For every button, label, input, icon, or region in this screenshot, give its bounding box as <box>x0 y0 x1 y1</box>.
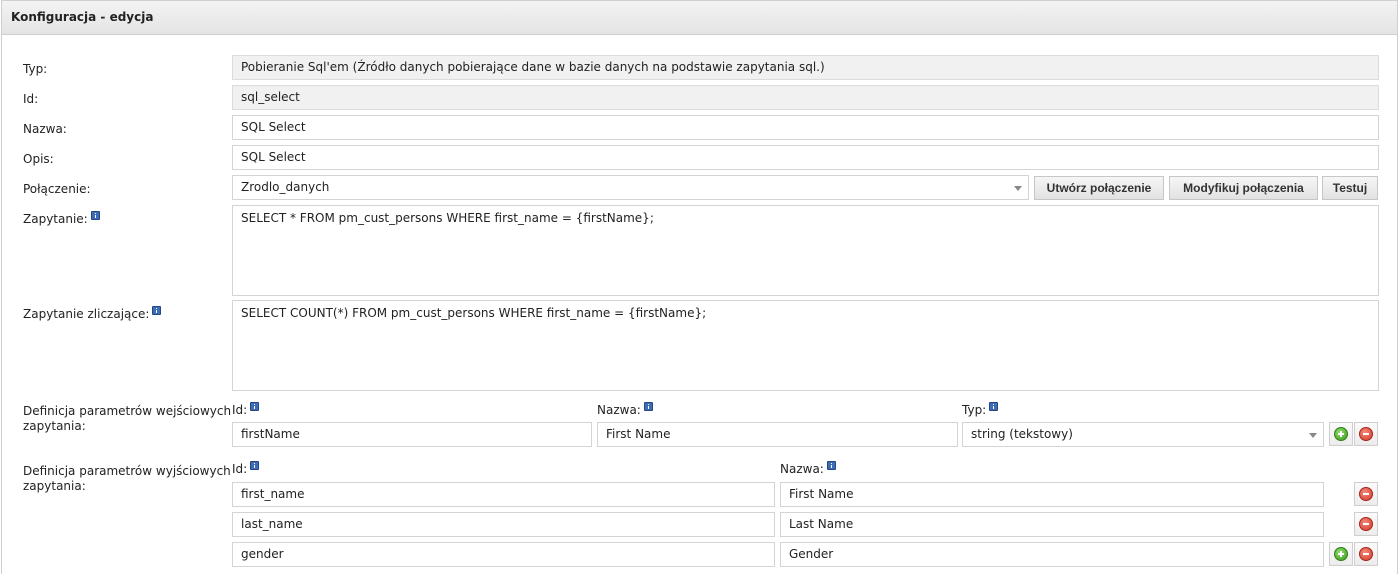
input-param-name-header-text: Nazwa: <box>597 403 641 417</box>
remove-output-param-button[interactable] <box>1354 512 1378 536</box>
input-param-type-header-text: Typ: <box>962 403 987 417</box>
create-connection-button[interactable]: Utwórz połączenie <box>1034 176 1164 200</box>
output-params-label: Definicja parametrów wyjściowych zapytan… <box>23 464 231 493</box>
remove-icon <box>1359 487 1373 501</box>
connection-select-value: Zrodlo_danych <box>241 180 330 194</box>
remove-output-param-button[interactable] <box>1354 482 1378 506</box>
info-icon[interactable] <box>250 402 260 411</box>
info-icon[interactable] <box>250 461 260 470</box>
type-label: Typ: <box>23 62 48 76</box>
add-input-param-button[interactable] <box>1329 422 1353 446</box>
chevron-down-icon <box>1309 433 1317 438</box>
output-param-id-header-text: Id: <box>232 462 248 476</box>
input-param-type-select[interactable]: string (tekstowy) <box>962 422 1324 447</box>
connection-select[interactable]: Zrodlo_danych <box>232 175 1029 200</box>
input-param-name-header: Nazwa: <box>597 402 653 418</box>
output-param-name-header: Nazwa: <box>780 461 836 477</box>
remove-output-param-button[interactable] <box>1354 542 1378 566</box>
output-param-name-header-text: Nazwa: <box>780 462 824 476</box>
info-icon[interactable] <box>826 461 836 470</box>
output-param-id-input[interactable]: gender <box>232 542 775 567</box>
add-icon <box>1334 427 1348 441</box>
name-input[interactable]: SQL Select <box>232 115 1379 140</box>
description-input[interactable]: SQL Select <box>232 145 1379 170</box>
count-query-textarea[interactable]: SELECT COUNT(*) FROM pm_cust_persons WHE… <box>232 300 1379 391</box>
description-label: Opis: <box>23 152 54 166</box>
output-param-name-input[interactable]: First Name <box>780 482 1324 507</box>
test-connection-button[interactable]: Testuj <box>1322 176 1378 200</box>
input-param-type-header: Typ: <box>962 402 999 418</box>
output-param-name-input[interactable]: Last Name <box>780 512 1324 537</box>
input-param-type-value: string (tekstowy) <box>971 427 1073 441</box>
count-query-label-text: Zapytanie zliczające: <box>23 307 150 321</box>
input-param-id-input[interactable]: firstName <box>232 422 592 447</box>
type-field: Pobieranie Sql'em (Źródło danych pobiera… <box>232 55 1379 80</box>
output-param-name-input[interactable]: Gender <box>780 542 1324 567</box>
add-icon <box>1334 547 1348 561</box>
info-icon[interactable] <box>989 402 999 411</box>
add-output-param-button[interactable] <box>1329 542 1353 566</box>
name-label: Nazwa: <box>23 122 67 136</box>
remove-input-param-button[interactable] <box>1354 422 1378 446</box>
id-label: Id: <box>23 92 39 106</box>
chevron-down-icon <box>1014 186 1022 191</box>
output-param-id-header: Id: <box>232 461 260 477</box>
modify-connection-button[interactable]: Modyfikuj połączenia <box>1169 176 1318 200</box>
output-param-id-input[interactable]: last_name <box>232 512 775 537</box>
count-query-label: Zapytanie zliczające: <box>23 306 162 322</box>
query-textarea[interactable]: SELECT * FROM pm_cust_persons WHERE firs… <box>232 205 1379 296</box>
output-param-id-input[interactable]: first_name <box>232 482 775 507</box>
info-icon[interactable] <box>152 306 162 315</box>
query-label-text: Zapytanie: <box>23 212 88 226</box>
id-field: sql_select <box>232 85 1379 110</box>
remove-icon <box>1359 547 1373 561</box>
panel-title: Konfiguracja - edycja <box>2 1 1397 35</box>
info-icon[interactable] <box>90 211 100 220</box>
config-panel: Konfiguracja - edycja Typ: Pobieranie Sq… <box>1 0 1398 574</box>
input-param-name-input[interactable]: First Name <box>597 422 958 447</box>
input-params-label: Definicja parametrów wejściowych zapytan… <box>23 404 232 433</box>
remove-icon <box>1359 427 1373 441</box>
query-label: Zapytanie: <box>23 211 100 227</box>
connection-label: Połączenie: <box>23 182 91 196</box>
input-param-id-header: Id: <box>232 402 260 418</box>
remove-icon <box>1359 517 1373 531</box>
input-param-id-header-text: Id: <box>232 403 248 417</box>
info-icon[interactable] <box>643 402 653 411</box>
